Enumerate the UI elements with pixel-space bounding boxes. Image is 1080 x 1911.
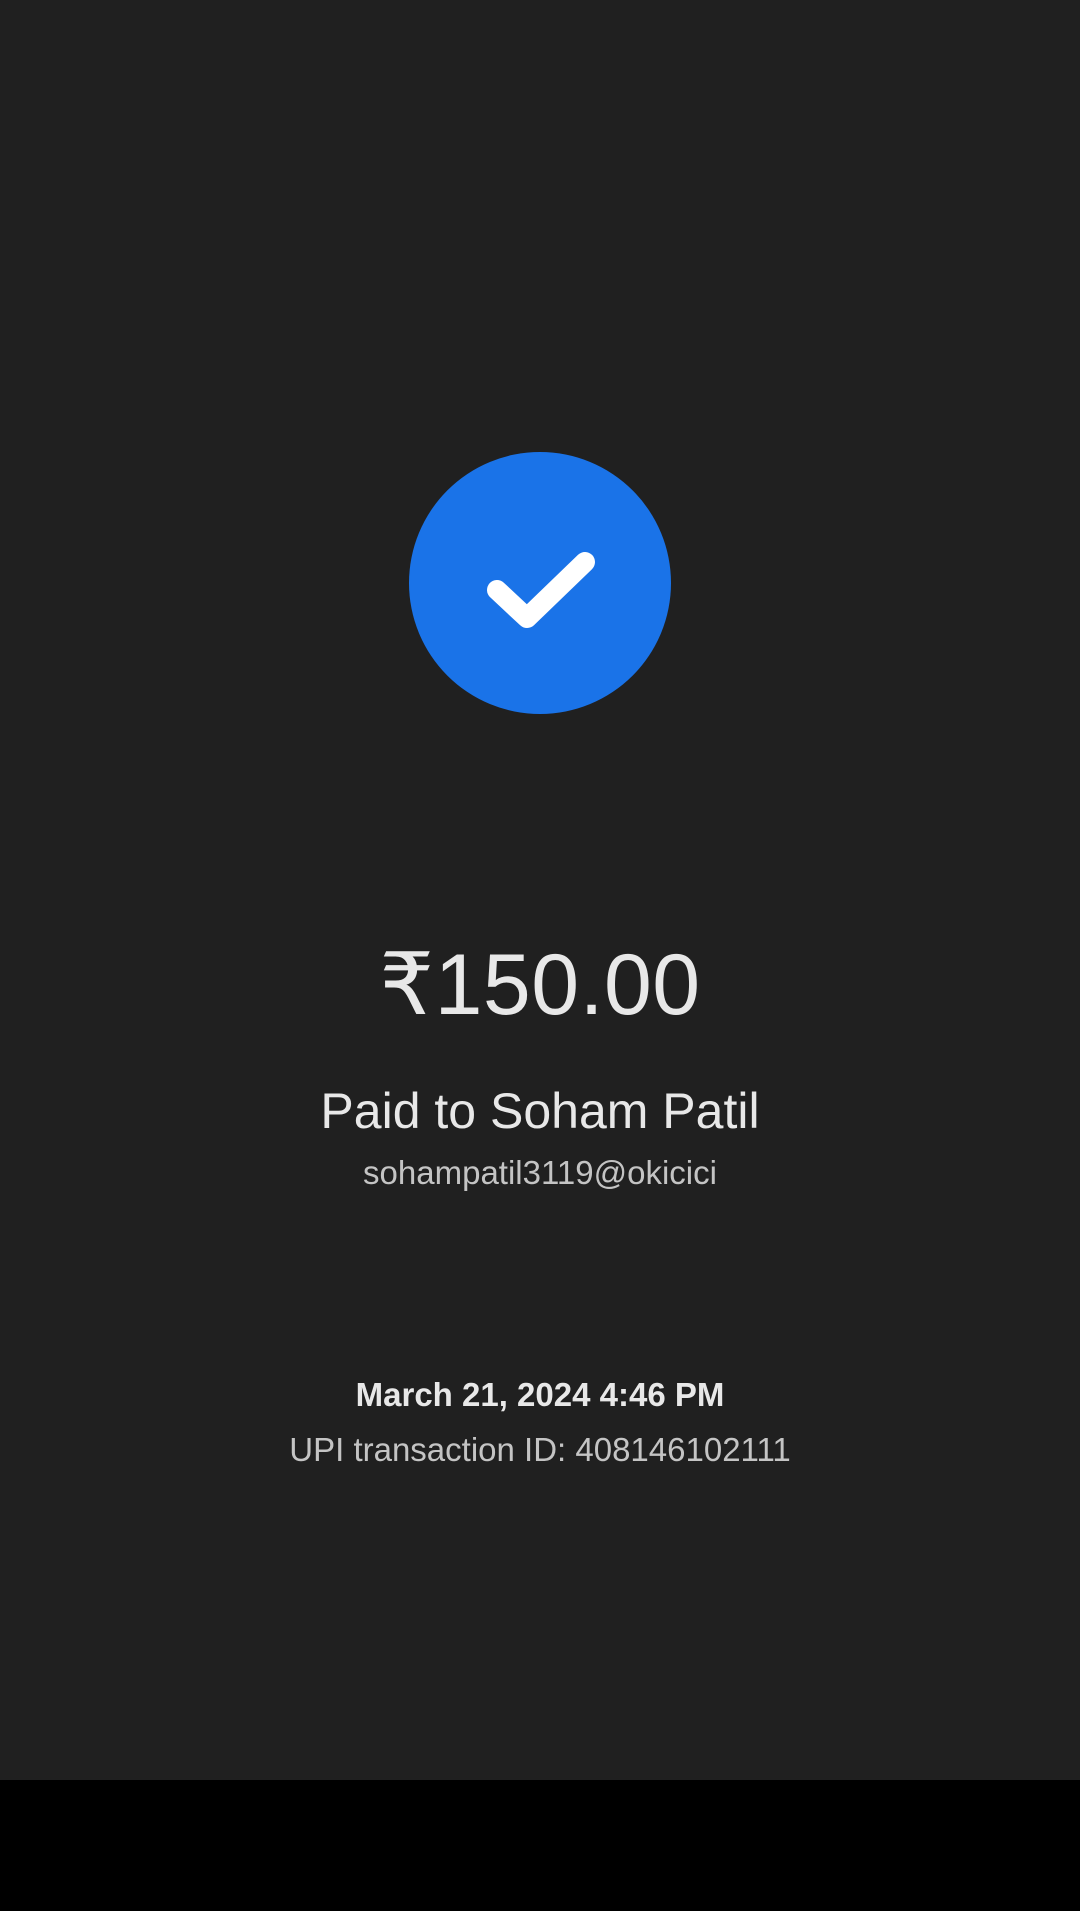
system-navigation-bar xyxy=(0,1780,1080,1911)
check-icon xyxy=(487,552,595,628)
payment-success-screen: ₹150.00 Paid to Soham Patil sohampatil31… xyxy=(0,0,1080,1780)
payment-timestamp: March 21, 2024 4:46 PM xyxy=(355,1376,725,1413)
payee-upi-id: sohampatil3119@okicici xyxy=(363,1154,717,1191)
success-badge xyxy=(409,452,671,714)
payee-name: Paid to Soham Patil xyxy=(320,1083,760,1139)
payment-amount: ₹150.00 xyxy=(379,937,701,1033)
upi-transaction-id: UPI transaction ID: 408146102111 xyxy=(289,1431,791,1468)
